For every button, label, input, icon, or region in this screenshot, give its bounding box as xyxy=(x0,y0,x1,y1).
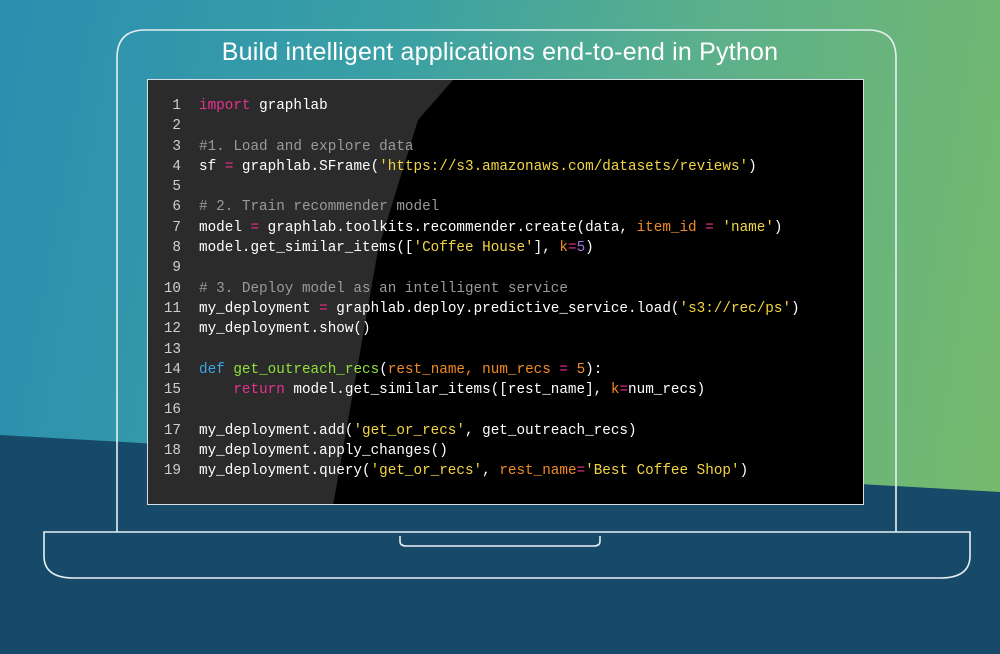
line-number: 8 xyxy=(172,240,181,257)
code-line: 17 my_deployment.add('get_or_recs', get_o… xyxy=(148,421,863,441)
code-line: 5 xyxy=(148,177,863,197)
code-text: return model.get_similar_items([rest_nam… xyxy=(233,382,706,399)
code-text: my_deployment = graphlab.deploy.predicti… xyxy=(199,300,800,317)
code-line: 15 return model.get_similar_items([rest_… xyxy=(148,380,863,400)
line-number: 17 xyxy=(163,422,181,439)
line-number: 3 xyxy=(172,138,181,155)
code-text: #1. Load and explore data xyxy=(199,138,414,155)
code-text: my_deployment.show() xyxy=(199,321,371,338)
code-text: my_deployment.query('get_or_recs', rest_… xyxy=(199,463,749,480)
code-line: 9 xyxy=(148,258,863,278)
code-line: 16 xyxy=(148,400,863,420)
code-line: 13 xyxy=(148,340,863,360)
line-number: 10 xyxy=(163,280,181,297)
line-number: 9 xyxy=(172,260,181,277)
code-line: 1 import graphlab xyxy=(148,96,863,116)
line-number: 2 xyxy=(172,118,181,135)
code-line: 4 sf = graphlab.SFrame('https://s3.amazon… xyxy=(148,157,863,177)
code-line: 12 my_deployment.show() xyxy=(148,319,863,339)
code-line: 7 model = graphlab.toolkits.recommender.c… xyxy=(148,218,863,238)
code-line: 8 model.get_similar_items(['Coffee House'… xyxy=(148,238,863,258)
code-text: model.get_similar_items(['Coffee House']… xyxy=(199,240,594,257)
line-number: 15 xyxy=(163,382,181,399)
line-number: 11 xyxy=(163,300,181,317)
line-number: 14 xyxy=(163,361,181,378)
line-number: 13 xyxy=(163,341,181,358)
line-number: 7 xyxy=(172,219,181,236)
code-screen: 1 import graphlab 2 3 #1. Load and explore d… xyxy=(147,79,864,505)
code-line: 6 # 2. Train recommender model xyxy=(148,197,863,217)
line-number: 16 xyxy=(163,402,181,419)
code-text: # 3. Deploy model as an intelligent serv… xyxy=(199,280,568,297)
code-text: sf = graphlab.SFrame('https://s3.amazona… xyxy=(199,158,757,175)
headline: Build intelligent applications end-to-en… xyxy=(221,38,779,66)
code-line: 18 my_deployment.apply_changes() xyxy=(148,441,863,461)
line-number: 18 xyxy=(163,443,181,460)
code-line: 14 def get_outreach_recs(rest_name, num_r… xyxy=(148,360,863,380)
code-line: 2 xyxy=(148,116,863,136)
code-block: 1 import graphlab 2 3 #1. Load and explore d… xyxy=(148,96,863,482)
line-number: 19 xyxy=(163,463,181,480)
line-number: 1 xyxy=(172,98,181,114)
line-number: 12 xyxy=(163,321,181,338)
line-number: 6 xyxy=(172,199,181,216)
code-line: 19 my_deployment.query('get_or_recs', res… xyxy=(148,461,863,481)
code-line: 11 my_deployment = graphlab.deploy.predic… xyxy=(148,299,863,319)
code-text: my_deployment.add('get_or_recs', get_out… xyxy=(199,422,637,439)
line-number: 4 xyxy=(172,158,181,175)
code-text: my_deployment.apply_changes() xyxy=(199,443,448,460)
code-text: def get_outreach_recs(rest_name, num_rec… xyxy=(199,361,603,378)
code-text: # 2. Train recommender model xyxy=(199,199,440,216)
code-line: 3 #1. Load and explore data xyxy=(148,137,863,157)
code-text: import graphlab xyxy=(199,98,328,114)
code-line: 10 # 3. Deploy model as an intelligent se… xyxy=(148,279,863,299)
code-text: model = graphlab.toolkits.recommender.cr… xyxy=(199,219,783,236)
line-number: 5 xyxy=(172,179,181,196)
